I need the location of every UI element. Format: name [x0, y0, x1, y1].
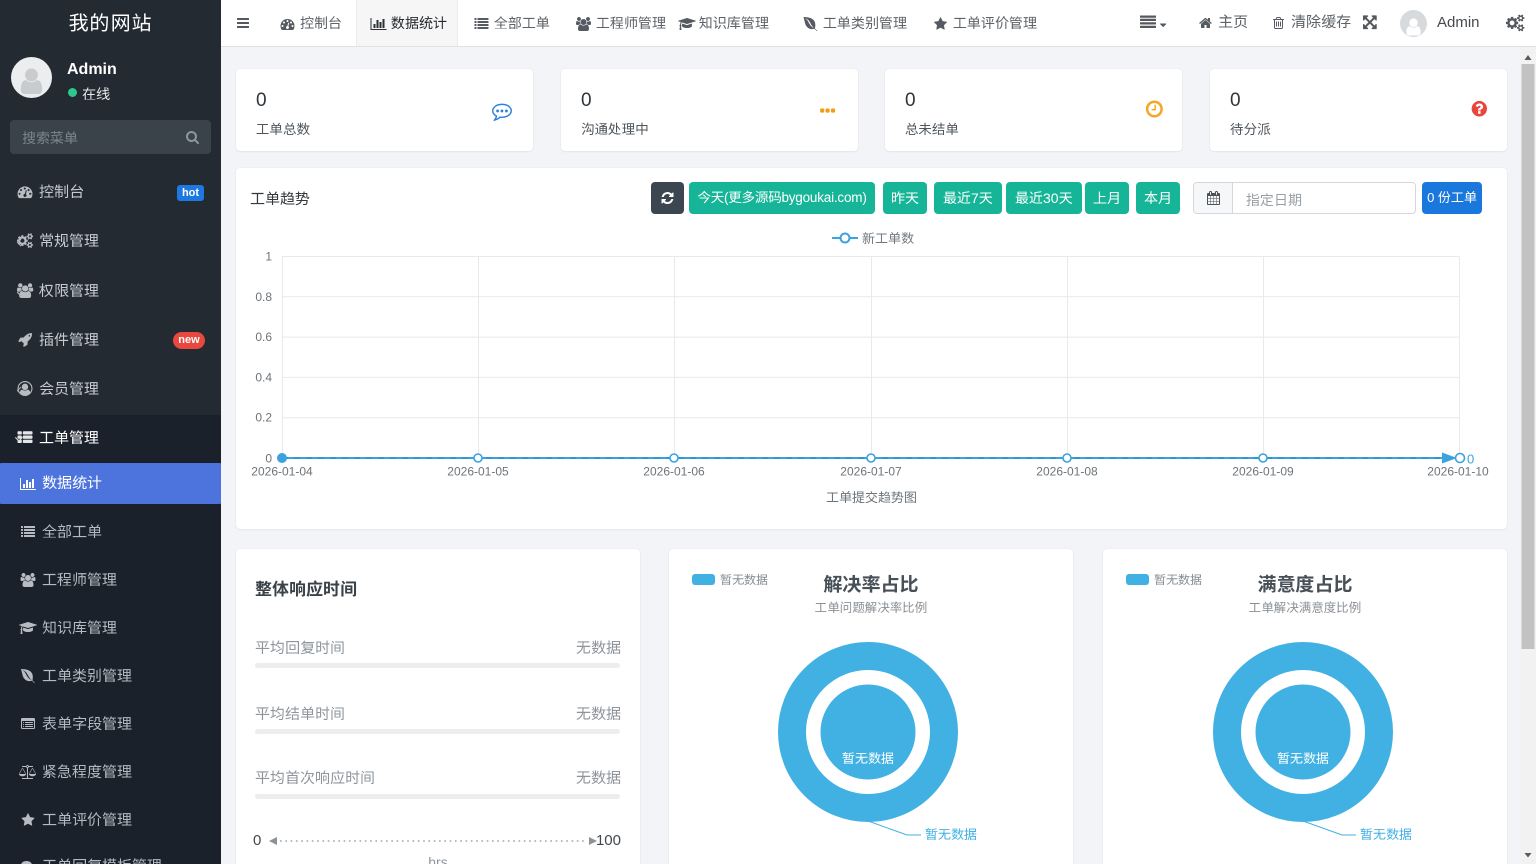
svg-text:0.6: 0.6: [255, 330, 272, 344]
svg-text:2026-01-07: 2026-01-07: [840, 465, 902, 479]
svg-text:2026-01-05: 2026-01-05: [447, 465, 509, 479]
svg-text:2026-01-09: 2026-01-09: [1232, 465, 1294, 479]
svg-text:0.8: 0.8: [255, 290, 272, 304]
svg-text:0: 0: [265, 452, 272, 466]
svg-text:暂无数据: 暂无数据: [1277, 751, 1329, 766]
svg-text:0.4: 0.4: [255, 370, 272, 384]
svg-text:暂无数据: 暂无数据: [1360, 827, 1412, 842]
svg-text:1: 1: [265, 250, 272, 264]
svg-text:2026-01-04: 2026-01-04: [251, 465, 313, 479]
svg-text:2026-01-06: 2026-01-06: [643, 465, 705, 479]
svg-text:暂无数据: 暂无数据: [842, 751, 894, 766]
svg-text:2026-01-08: 2026-01-08: [1036, 465, 1098, 479]
svg-text:0.2: 0.2: [255, 411, 272, 425]
svg-text:0: 0: [1467, 452, 1474, 467]
svg-text:新工单数: 新工单数: [862, 231, 914, 246]
svg-text:2026-01-10: 2026-01-10: [1427, 465, 1489, 479]
svg-text:暂无数据: 暂无数据: [925, 827, 977, 842]
